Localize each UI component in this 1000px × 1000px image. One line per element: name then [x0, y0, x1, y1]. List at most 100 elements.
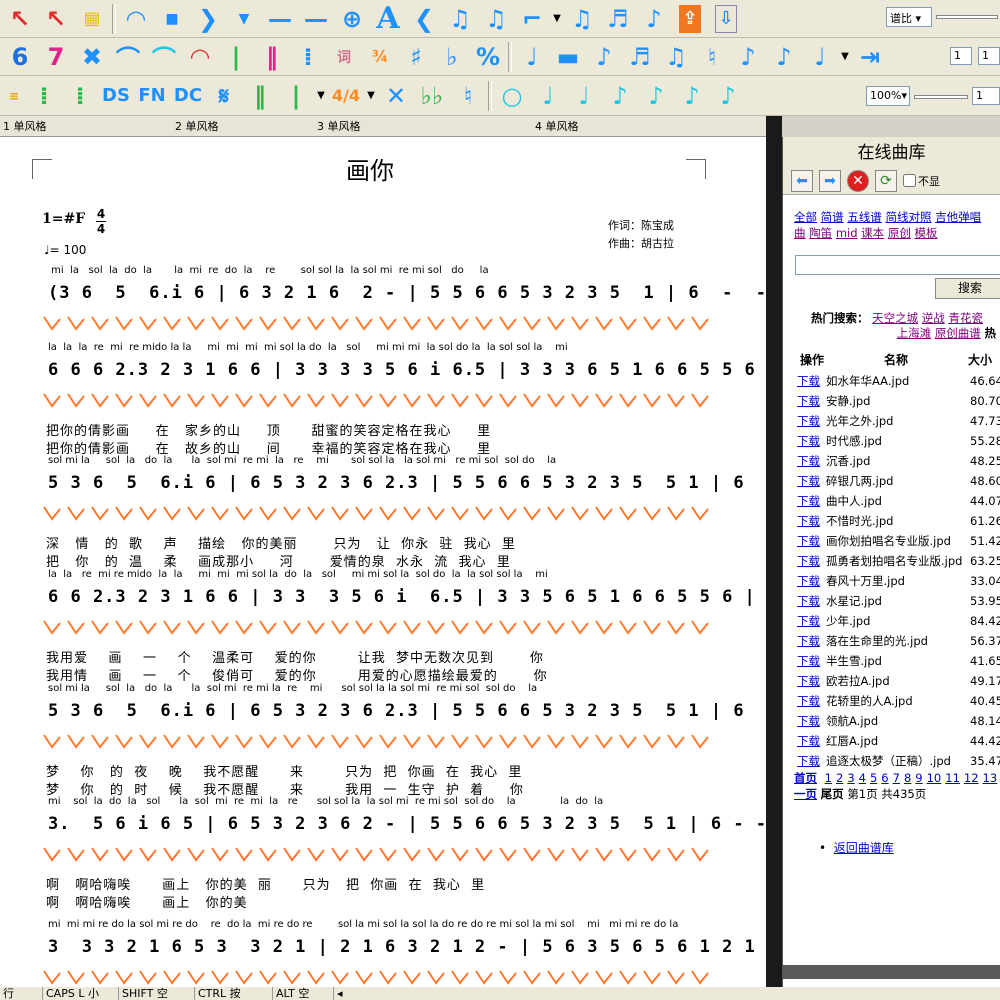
hot-link-6[interactable]: 热 [984, 326, 996, 340]
download-link[interactable]: 下载 [797, 374, 820, 388]
arc-icon[interactable]: ◠ [118, 2, 154, 36]
number-seven-button[interactable]: 7 [38, 40, 74, 74]
style-select[interactable]: 谱比 ▾ [886, 7, 932, 27]
score-system[interactable]: la la re mi re mido la la mi mi mi sol l… [0, 569, 766, 684]
download-link[interactable]: 下载 [797, 414, 820, 428]
remove-note-icon[interactable]: ♫ [478, 2, 514, 36]
download-link[interactable]: 下载 [797, 694, 820, 708]
pair-note-icon[interactable]: ♬ [600, 2, 636, 36]
download-link[interactable]: 下载 [797, 654, 820, 668]
dropdown-arrow-icon[interactable]: ▼ [364, 79, 378, 113]
download-link[interactable]: 下载 [797, 614, 820, 628]
download-link[interactable]: 下载 [797, 674, 820, 688]
triplet-icon[interactable]: ♪ [766, 40, 802, 74]
notation-line[interactable]: 6 6 6 2.3 2 3 1 6 6 | 3 3 3 3 5 6 i 6.5 … [48, 360, 766, 380]
half-note-icon[interactable]: ♩ [530, 79, 566, 113]
cross-icon[interactable]: ✖ [74, 40, 110, 74]
download-link[interactable]: 下载 [797, 494, 820, 508]
category-compare[interactable]: 简线对照 [885, 210, 931, 224]
download-link[interactable]: 下载 [797, 394, 820, 408]
page-number-link[interactable]: 8 [904, 771, 911, 785]
thirty-second-note-icon[interactable]: ♪ [674, 79, 710, 113]
dot-icon[interactable]: ■ [154, 2, 190, 36]
cursor-icon[interactable]: ↖ [2, 2, 38, 36]
breath-icon[interactable]: ◠ [182, 40, 218, 74]
page-number-link[interactable]: 11 [945, 771, 960, 785]
category-jianpu[interactable]: 简谱 [821, 210, 844, 224]
cursor-alt-icon[interactable]: ↖ [38, 2, 74, 36]
download-link[interactable]: 下载 [797, 454, 820, 468]
rest-x-icon[interactable]: ✕ [378, 79, 414, 113]
score-system[interactable]: mi mi mi re do la sol mi re do re do la … [0, 919, 766, 987]
splitter-bar[interactable] [766, 116, 782, 987]
eighth-note-icon[interactable]: ♪ [636, 2, 672, 36]
page-number-link[interactable]: 6 [881, 771, 888, 785]
export-icon[interactable]: ⇪ [679, 4, 701, 33]
score-system[interactable]: mi sol la do la sol la sol mi re mi la r… [0, 796, 766, 911]
page-number-link[interactable]: 5 [870, 771, 877, 785]
whole-note-icon[interactable]: ○ [494, 79, 530, 113]
crosshair-icon[interactable]: ⊕ [334, 2, 370, 36]
grace-note-icon[interactable]: ♪ [730, 40, 766, 74]
page-number-link[interactable]: 4 [859, 771, 866, 785]
forward-arrow-icon[interactable]: ➡ [819, 169, 841, 192]
download-link[interactable]: 下载 [797, 574, 820, 588]
beam-icon[interactable]: ⌐ [514, 2, 550, 36]
color-grid-icon[interactable]: ▦ [74, 2, 110, 36]
zoom-spin[interactable]: 1 [972, 87, 1000, 105]
category-staff[interactable]: 五线谱 [847, 210, 882, 224]
notation-line[interactable]: 6 6 2.3 2 3 1 6 6 | 3 3 3 5 6 i 6.5 | 3 … [48, 587, 766, 607]
sixteenth-note-icon[interactable]: ♬ [622, 40, 658, 74]
category-guitar[interactable]: 吉他弹唱 [935, 210, 981, 224]
double-note-icon[interactable]: ♫ [564, 2, 600, 36]
pager-prev[interactable]: 一页 [794, 787, 817, 801]
category-all[interactable]: 全部 [794, 210, 817, 224]
flat-icon[interactable]: ♭ [434, 40, 470, 74]
time-sig-34-icon[interactable]: ¾ [362, 40, 398, 74]
hot-link-2[interactable]: 逆战 [922, 311, 945, 325]
slur-icon[interactable]: ⌒ [110, 40, 146, 74]
double-flat-icon[interactable]: ♭♭ [414, 79, 450, 113]
hide-checkbox[interactable]: 不显 [903, 173, 940, 189]
hot-link-1[interactable]: 天空之城 [872, 311, 918, 325]
quarter-note-icon[interactable]: ♩ [566, 79, 602, 113]
download-link[interactable]: 下载 [797, 634, 820, 648]
category-ocarina[interactable]: 陶笛 [809, 226, 832, 240]
chevron-right-icon[interactable]: ❯ [190, 2, 226, 36]
natural-icon[interactable]: ♮ [450, 79, 486, 113]
pager-last[interactable]: 尾页 [821, 787, 844, 801]
page-number-link[interactable]: 12 [964, 771, 979, 785]
hide-checkbox-input[interactable] [903, 174, 916, 187]
download-link[interactable]: 下载 [797, 754, 820, 768]
page-number-link[interactable]: 10 [927, 771, 942, 785]
dropdown-arrow-icon[interactable]: ▼ [550, 2, 564, 36]
notation-line[interactable]: 3 3 3 2 1 6 5 3 3 2 1 | 2 1 6 3 2 1 2 - … [48, 937, 766, 957]
sixteenth-note-icon[interactable]: ♪ [638, 79, 674, 113]
category-textbook[interactable]: 课本 [861, 226, 884, 240]
download-link[interactable]: 下载 [797, 434, 820, 448]
measure-spin-1[interactable]: 1 [950, 47, 972, 65]
score-system[interactable]: la la la re mi re mido la la mi mi mi mi… [0, 342, 766, 457]
measure-spin-2[interactable]: 1 [978, 47, 1000, 65]
time-sig-44-icon[interactable]: 4/4 [328, 79, 364, 113]
dropdown-arrow-icon[interactable]: ▼ [314, 79, 328, 113]
double-bar-icon[interactable]: ‖ [254, 40, 290, 74]
sharp-icon[interactable]: ♯ [398, 40, 434, 74]
add-note-icon[interactable]: ♫ [442, 2, 478, 36]
page-number-link[interactable]: 1 [825, 771, 832, 785]
page-number-link[interactable]: 13 [983, 771, 998, 785]
zoom-slider[interactable] [914, 95, 968, 99]
bar-line-icon[interactable]: | [218, 40, 254, 74]
hot-link-3[interactable]: 青花瓷 [948, 311, 983, 325]
segno-icon[interactable]: 𝄋 [206, 79, 242, 113]
sixty-fourth-note-icon[interactable]: ♪ [710, 79, 746, 113]
page-number-link[interactable]: 2 [836, 771, 843, 785]
chevron-left-icon[interactable]: ❮ [406, 2, 442, 36]
import-icon[interactable]: ⇩ [715, 4, 737, 33]
notation-line[interactable]: (3 6 5 6.i 6 | 6 3 2 1 6 2 - | 5 5 6 6 5… [48, 283, 766, 303]
measure-icon[interactable]: ‖ [242, 79, 278, 113]
category-mid[interactable]: mid [836, 226, 858, 240]
tie-icon[interactable]: ⌒ [146, 40, 182, 74]
score-system[interactable]: sol mi la sol la do la la sol mi re mi l… [0, 455, 766, 570]
repeat-end-icon[interactable]: ⁞ [62, 79, 98, 113]
